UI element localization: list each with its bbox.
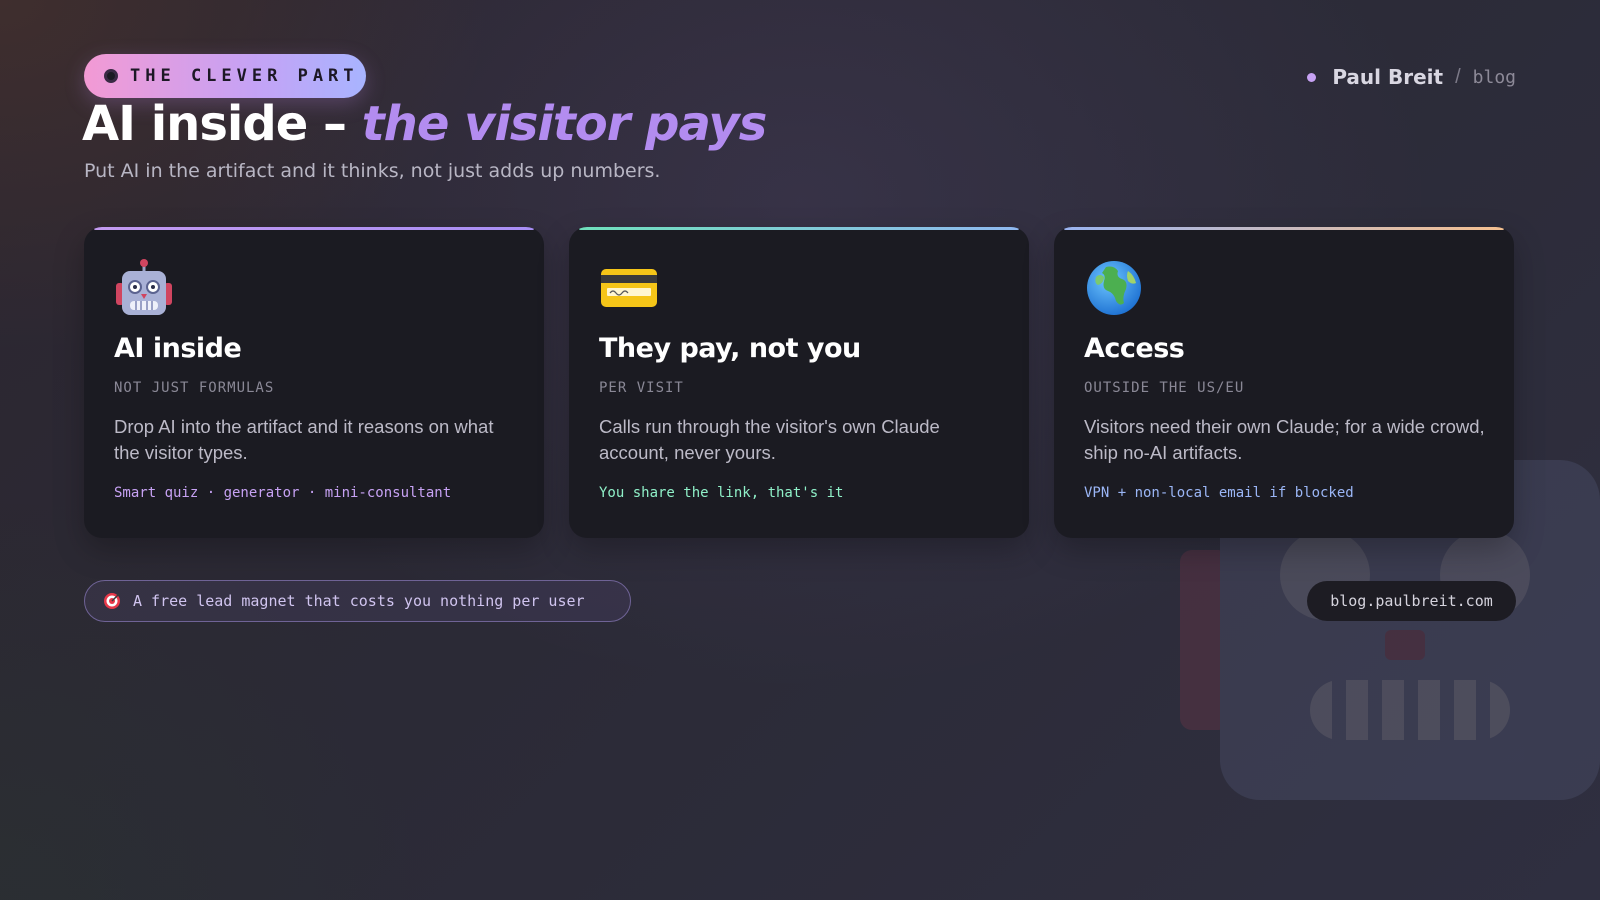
globe-icon [1084,259,1144,317]
page-title-main: AI inside – [82,96,362,152]
brand-name: Paul Breit [1332,65,1444,89]
eyebrow-dot-icon [104,69,118,83]
page-title-accent: the visitor pays [361,96,768,152]
eyebrow-label: THE CLEVER PART [130,66,359,86]
lead-magnet-note: A free lead magnet that costs you nothin… [84,580,631,622]
lead-magnet-text: A free lead magnet that costs you nothin… [133,592,585,610]
brand-byline: Paul Breit / blog [1307,64,1516,90]
card-kicker: PER VISIT [599,380,684,396]
page-subtitle: Put AI in the artifact and it thinks, no… [84,160,661,182]
section-eyebrow-badge: THE CLEVER PART [84,54,366,98]
brand-dot-icon [1307,72,1317,82]
brand-section: blog [1472,66,1516,88]
site-url[interactable]: blog.paulbreit.com [1330,592,1493,610]
card-kicker: NOT JUST FORMULAS [114,380,275,396]
page-title: AI inside – the visitor pays [82,94,768,155]
card-body: Calls run through the visitor's own Clau… [599,416,940,463]
robot-mouth [1310,680,1510,740]
feature-card-access: Access OUTSIDE THE US/EU Visitors need t… [1054,227,1514,538]
credit-card-icon [599,259,659,317]
target-icon [103,592,121,610]
card-footnote: You share the link, that's it [599,485,844,501]
card-heading: AI inside [114,333,242,364]
site-url-badge[interactable]: blog.paulbreit.com [1307,581,1516,621]
card-body: Drop AI into the artifact and it reasons… [114,416,494,463]
brand-separator: / [1455,65,1461,88]
card-heading: They pay, not you [599,333,861,364]
card-heading: Access [1084,333,1185,364]
robot-nose [1385,630,1425,660]
card-footnote: Smart quiz · generator · mini-consultant [114,485,452,501]
feature-card-ai-inside: AI inside NOT JUST FORMULAS Drop AI into… [84,227,544,538]
robot-icon [114,259,174,317]
feature-card-they-pay: They pay, not you PER VISIT Calls run th… [569,227,1029,538]
card-footnote: VPN + non-local email if blocked [1084,485,1354,501]
card-kicker: OUTSIDE THE US/EU [1084,380,1245,396]
card-body: Visitors need their own Claude; for a wi… [1084,416,1485,463]
